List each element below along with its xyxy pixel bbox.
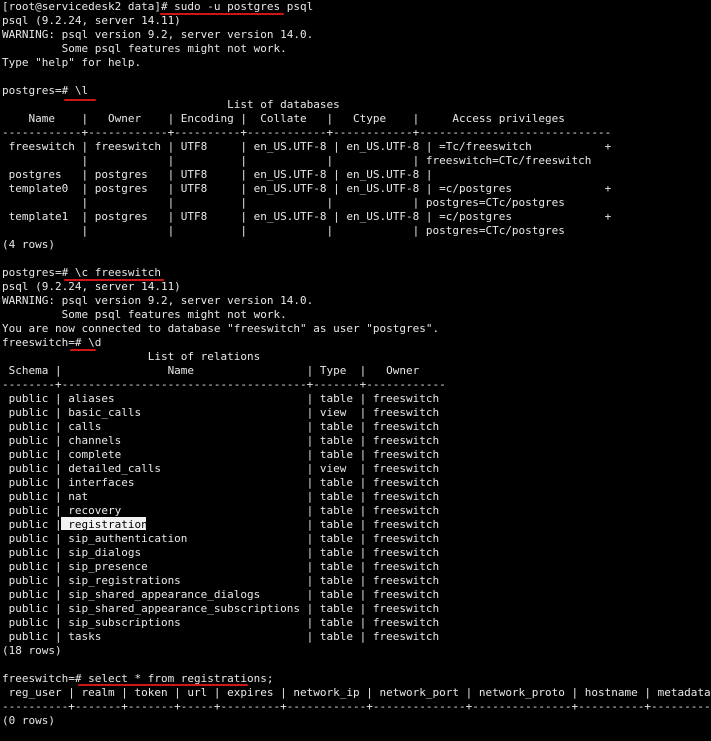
terminal-line: | | | | | freeswitch=CTc/freeswitch xyxy=(2,154,592,167)
terminal-line: ------------+------------+----------+---… xyxy=(2,126,612,139)
terminal-line: public | nat | table | freeswitch xyxy=(2,490,440,503)
terminal-line: postgres=# \l xyxy=(2,84,89,97)
terminal-line: Type "help" for help. xyxy=(2,56,142,69)
terminal-line: List of databases xyxy=(2,98,340,111)
terminal-line: (0 rows) xyxy=(2,714,55,727)
terminal-line: (4 rows) xyxy=(2,238,55,251)
terminal-line: public | channels | table | freeswitch xyxy=(2,434,440,447)
terminal-line: freeswitch=# \d xyxy=(2,336,102,349)
terminal-line: (18 rows) xyxy=(2,644,62,657)
terminal-line: --------+-------------------------------… xyxy=(2,378,446,391)
terminal-line: public | sip_presence | table | freeswit… xyxy=(2,560,440,573)
terminal-line: Some psql features might not work. xyxy=(2,308,287,321)
terminal-line: [root@servicedesk2 data]# sudo -u postgr… xyxy=(2,0,314,13)
terminal-line: public | sip_registrations | table | fre… xyxy=(2,574,440,587)
terminal-line: postgres=# \c freeswitch xyxy=(2,266,161,279)
terminal-line: public | calls | table | freeswitch xyxy=(2,420,440,433)
terminal-line: reg_user | realm | token | url | expires… xyxy=(2,686,711,699)
terminal-line: psql (9.2.24, server 14.11) xyxy=(2,14,181,27)
terminal-line: ----------+-------+-------+-----+-------… xyxy=(2,700,711,713)
terminal-line: public | detailed_calls | view | freeswi… xyxy=(2,462,440,475)
terminal-line: public | basic_calls | view | freeswitch xyxy=(2,406,440,419)
selected-text: registrations xyxy=(68,518,155,531)
terminal-line: public | sip_shared_appearance_subscript… xyxy=(2,602,440,615)
terminal-line: psql (9.2.24, server 14.11) xyxy=(2,280,181,293)
terminal-line: public | sip_dialogs | table | freeswitc… xyxy=(2,546,440,559)
terminal-line: | | | | | postgres=CTc/postgres xyxy=(2,224,565,237)
terminal-line: Some psql features might not work. xyxy=(2,42,287,55)
terminal-line: public | aliases | table | freeswitch xyxy=(2,392,440,405)
terminal-line: public | recovery | table | freeswitch xyxy=(2,504,440,517)
terminal-line: | | | | | postgres=CTc/postgres xyxy=(2,196,565,209)
terminal-line: public | tasks | table | freeswitch xyxy=(2,630,440,643)
terminal-line: public | complete | table | freeswitch xyxy=(2,448,440,461)
terminal-line: postgres | postgres | UTF8 | en_US.UTF-8… xyxy=(2,168,433,181)
terminal-line: Schema | Name | Type | Owner xyxy=(2,364,420,377)
terminal-line: WARNING: psql version 9.2, server versio… xyxy=(2,28,314,41)
terminal-line: public | interfaces | table | freeswitch xyxy=(2,476,440,489)
terminal-line: freeswitch=# select * from registrations… xyxy=(2,672,274,685)
terminal-line: freeswitch | freeswitch | UTF8 | en_US.U… xyxy=(2,140,612,153)
terminal-line: public | registrations | table | freeswi… xyxy=(2,518,440,531)
terminal-line: template1 | postgres | UTF8 | en_US.UTF-… xyxy=(2,210,612,223)
terminal-line: WARNING: psql version 9.2, server versio… xyxy=(2,294,314,307)
terminal-line: public | sip_authentication | table | fr… xyxy=(2,532,440,545)
terminal-line: template0 | postgres | UTF8 | en_US.UTF-… xyxy=(2,182,612,195)
terminal-line: public | sip_subscriptions | table | fre… xyxy=(2,616,440,629)
terminal-window[interactable]: [root@servicedesk2 data]# sudo -u postgr… xyxy=(0,0,711,741)
terminal-line: You are now connected to database "frees… xyxy=(2,322,440,335)
terminal-line: public | sip_shared_appearance_dialogs |… xyxy=(2,588,440,601)
terminal-line: Name | Owner | Encoding | Collate | Ctyp… xyxy=(2,112,565,125)
terminal-line: List of relations xyxy=(2,350,261,363)
